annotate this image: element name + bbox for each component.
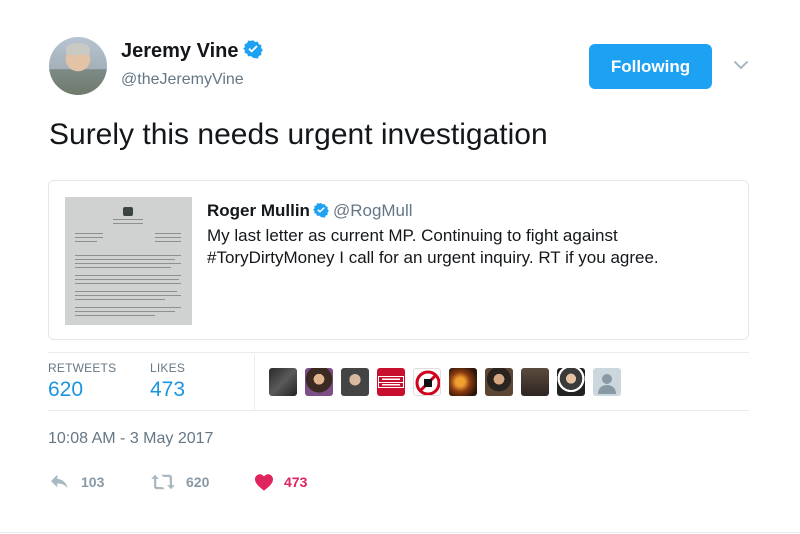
quoted-author[interactable]: Roger Mullin @RogMull <box>207 201 413 221</box>
liker-avatar[interactable] <box>485 368 513 396</box>
verified-badge-icon <box>313 203 329 218</box>
verified-badge-icon <box>242 40 263 59</box>
liker-avatar[interactable] <box>377 368 405 396</box>
author-handle[interactable]: @theJeremyVine <box>121 70 244 90</box>
tweet-text: Surely this needs urgent investigation <box>49 118 548 151</box>
reply-count: 103 <box>81 474 105 490</box>
author-name-row[interactable]: Jeremy Vine <box>121 39 263 63</box>
retweets-count[interactable]: 620 <box>48 378 83 402</box>
liker-avatar[interactable] <box>593 368 621 396</box>
quoted-tweet-text: My last letter as current MP. Continuing… <box>207 226 659 267</box>
divider <box>254 355 255 410</box>
likes-label: LIKES <box>150 361 186 375</box>
liker-avatar[interactable] <box>521 368 549 396</box>
heart-icon <box>255 474 273 491</box>
sign-payne-logo <box>378 376 404 388</box>
author-avatar[interactable] <box>49 37 107 95</box>
quoted-tweet-card[interactable]: Roger Mullin @RogMull My last letter as c… <box>48 180 749 340</box>
retweet-count: 620 <box>186 474 210 490</box>
liker-avatar[interactable] <box>341 368 369 396</box>
liker-avatar[interactable] <box>269 368 297 396</box>
default-avatar-icon <box>598 374 616 394</box>
divider <box>48 410 749 411</box>
chevron-down-icon[interactable] <box>731 55 751 75</box>
like-count: 473 <box>284 474 308 490</box>
reply-button[interactable]: 103 <box>49 471 104 493</box>
liker-avatar[interactable] <box>449 368 477 396</box>
author-name[interactable]: Jeremy Vine <box>121 40 239 62</box>
quoted-author-handle[interactable]: @RogMull <box>333 201 413 220</box>
retweet-button[interactable]: 620 <box>150 471 209 493</box>
liker-avatar[interactable] <box>305 368 333 396</box>
like-button[interactable]: 473 <box>254 471 307 493</box>
retweets-label: RETWEETS <box>48 361 117 375</box>
letter-image <box>65 197 192 325</box>
liker-avatar[interactable] <box>557 368 585 396</box>
quoted-author-name[interactable]: Roger Mullin <box>207 201 310 220</box>
block-kill-repeat-logo <box>415 370 440 395</box>
tweet-timestamp[interactable]: 10:08 AM - 3 May 2017 <box>48 429 213 449</box>
divider <box>48 352 749 353</box>
retweet-icon <box>151 474 175 490</box>
following-button[interactable]: Following <box>589 44 712 89</box>
divider <box>0 532 800 533</box>
reply-icon <box>51 474 68 489</box>
liker-avatar[interactable] <box>413 368 441 396</box>
likes-count[interactable]: 473 <box>150 378 185 402</box>
